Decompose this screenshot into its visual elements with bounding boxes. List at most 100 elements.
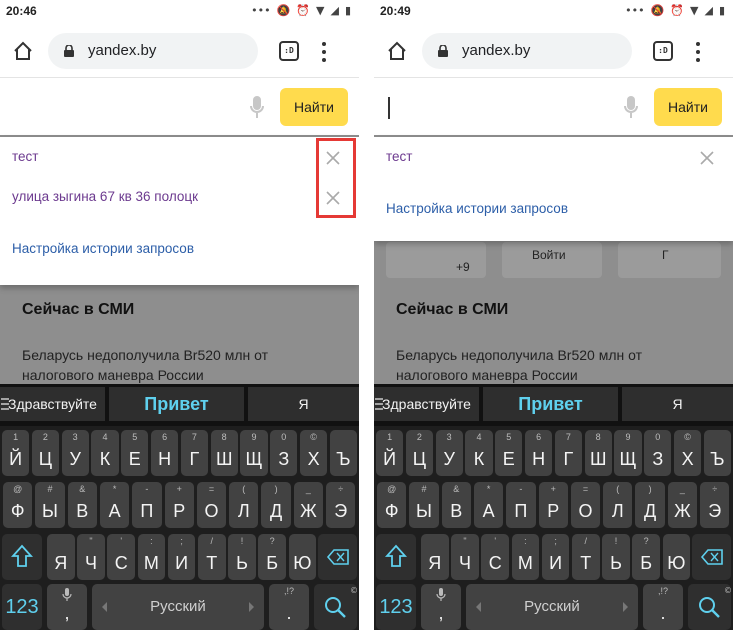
overflow-menu-icon[interactable] (694, 40, 702, 64)
key-row2-2[interactable]: & В (67, 482, 97, 528)
key-row1-11[interactable]: Ъ (329, 430, 357, 476)
key-row1-6[interactable]: 7Г (554, 430, 582, 476)
key-row2-8[interactable]: ) Д (635, 482, 665, 528)
shift-key[interactable] (376, 534, 416, 580)
period-key[interactable]: ,!?. (269, 584, 309, 630)
key-row1-11[interactable]: Ъ (703, 430, 731, 476)
key-row1-10[interactable]: © Х (674, 430, 702, 476)
period-key[interactable]: ,!?. (643, 584, 683, 630)
key-row1-3[interactable]: 4К (91, 430, 119, 476)
search-button[interactable]: Найти (654, 88, 722, 126)
key-row3-8[interactable]: Ю (288, 534, 317, 580)
overflow-menu-icon[interactable] (320, 40, 328, 64)
key-row1-9[interactable]: 0З (644, 430, 672, 476)
home-icon[interactable] (12, 40, 34, 62)
address-bar[interactable]: yandex.by (422, 33, 632, 69)
key-row1-5[interactable]: 6Н (525, 430, 553, 476)
key-row2-1[interactable]: # Ы (35, 482, 65, 528)
key-row1-2[interactable]: 3У (435, 430, 463, 476)
menu-handle-icon[interactable] (1, 397, 9, 411)
key-row1-8[interactable]: 9Щ (614, 430, 642, 476)
word-candidate[interactable]: Здравствуйте (374, 387, 479, 421)
suggestion-item[interactable]: тест (386, 149, 412, 164)
comma-key[interactable]: , (421, 584, 461, 630)
space-key[interactable]: Русский (466, 584, 638, 630)
history-settings-link[interactable]: Настройка истории запросов (386, 201, 568, 216)
key-row3-8[interactable]: Ю (662, 534, 691, 580)
key-row2-9[interactable]: _ Ж (293, 482, 324, 528)
suggestion-item[interactable]: тест (12, 149, 38, 164)
key-row2-0[interactable]: @ Ф (3, 482, 33, 528)
key-row2-7[interactable]: (Л (229, 482, 259, 528)
key-row3-6[interactable]: ! Ь (228, 534, 256, 580)
home-icon[interactable] (386, 40, 408, 62)
key-row1-3[interactable]: 4К (465, 430, 493, 476)
key-row1-1[interactable]: 2Ц (405, 430, 433, 476)
key-row1-6[interactable]: 7Г (180, 430, 208, 476)
key-row3-6[interactable]: ! Ь (602, 534, 630, 580)
key-row3-1[interactable]: " Ч (451, 534, 479, 580)
key-row1-4[interactable]: 5Е (495, 430, 523, 476)
word-candidate[interactable]: Привет (483, 387, 618, 421)
comma-key[interactable]: , (47, 584, 87, 630)
key-row2-0[interactable]: @ Ф (377, 482, 407, 528)
key-row2-8[interactable]: ) Д (261, 482, 291, 528)
backspace-key[interactable] (692, 534, 731, 580)
remove-suggestion-icon[interactable] (698, 149, 716, 167)
key-row2-3[interactable]: * А (473, 482, 504, 528)
key-row3-0[interactable]: Я (47, 534, 75, 580)
news-item[interactable]: Беларусь недополучила Br520 млн от налог… (22, 345, 342, 384)
key-row3-3[interactable]: :М (137, 534, 166, 580)
space-key[interactable]: Русский (92, 584, 264, 630)
shift-key[interactable] (2, 534, 42, 580)
key-row3-4[interactable]: ; И (167, 534, 196, 580)
tabs-switcher-button[interactable]: :D (653, 41, 673, 61)
key-row2-9[interactable]: _ Ж (667, 482, 698, 528)
numbers-key[interactable]: 123 (376, 584, 416, 630)
key-row2-1[interactable]: # Ы (409, 482, 439, 528)
key-row2-5[interactable]: + Р (538, 482, 568, 528)
menu-handle-icon[interactable] (375, 397, 383, 411)
key-row1-10[interactable]: © Х (300, 430, 328, 476)
address-bar[interactable]: yandex.by (48, 33, 258, 69)
key-row3-5[interactable]: / Т (198, 534, 226, 580)
search-key[interactable]: © (688, 584, 732, 630)
key-row3-2[interactable]: ' С (107, 534, 135, 580)
key-row2-10[interactable]: ÷ Э (326, 482, 356, 528)
key-row2-2[interactable]: & В (441, 482, 471, 528)
key-row2-7[interactable]: (Л (603, 482, 633, 528)
key-row1-0[interactable]: 1Й (2, 430, 30, 476)
weather-tile[interactable]: +9 (386, 242, 486, 278)
numbers-key[interactable]: 123 (2, 584, 42, 630)
key-row3-0[interactable]: Я (421, 534, 449, 580)
key-row2-4[interactable]: -П (132, 482, 162, 528)
history-settings-link[interactable]: Настройка истории запросов (12, 241, 194, 256)
tabs-switcher-button[interactable]: :D (279, 41, 299, 61)
service-tile[interactable]: Г (618, 242, 721, 278)
suggestion-item[interactable]: улица зыгина 67 кв 36 полоцк (12, 189, 198, 204)
key-row2-3[interactable]: * А (99, 482, 130, 528)
key-row2-5[interactable]: + Р (164, 482, 194, 528)
search-button[interactable]: Найти (280, 88, 348, 126)
key-row1-2[interactable]: 3У (61, 430, 89, 476)
key-row1-1[interactable]: 2Ц (31, 430, 59, 476)
key-row1-4[interactable]: 5Е (121, 430, 149, 476)
key-row3-7[interactable]: ? Б (258, 534, 286, 580)
word-candidate[interactable]: Я (622, 387, 733, 421)
key-row1-5[interactable]: 6Н (151, 430, 179, 476)
word-candidate[interactable]: Я (248, 387, 359, 421)
mic-icon[interactable] (250, 96, 264, 120)
key-row3-1[interactable]: " Ч (77, 534, 105, 580)
key-row3-7[interactable]: ? Б (632, 534, 660, 580)
key-row1-9[interactable]: 0З (270, 430, 298, 476)
login-tile[interactable]: Войти (502, 242, 602, 278)
word-candidate[interactable]: Здравствуйте (0, 387, 105, 421)
key-row1-7[interactable]: 8Ш (210, 430, 238, 476)
key-row1-7[interactable]: 8Ш (584, 430, 612, 476)
key-row1-0[interactable]: 1Й (376, 430, 404, 476)
key-row2-6[interactable]: = О (196, 482, 227, 528)
news-item[interactable]: Беларусь недополучила Br520 млн от налог… (396, 345, 716, 384)
word-candidate[interactable]: Привет (109, 387, 244, 421)
key-row3-4[interactable]: ; И (541, 534, 570, 580)
key-row3-5[interactable]: / Т (572, 534, 600, 580)
